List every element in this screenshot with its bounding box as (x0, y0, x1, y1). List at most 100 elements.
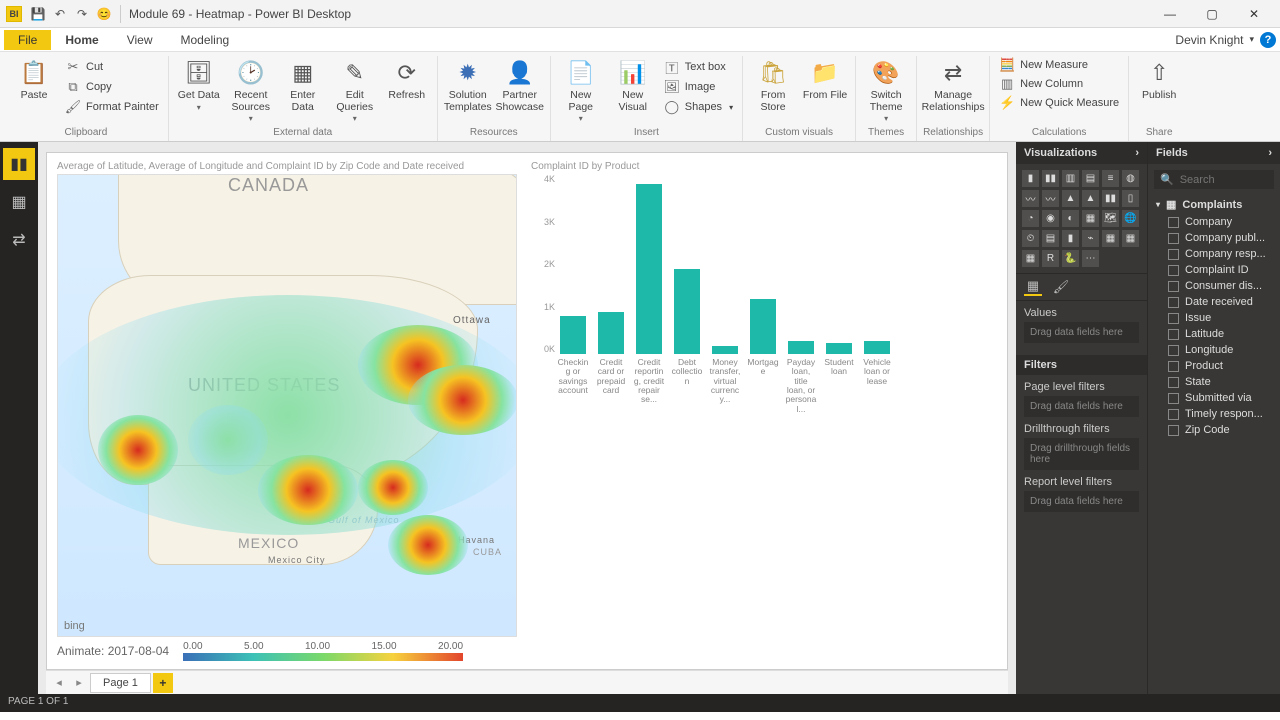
viz-type-button[interactable]: ▲ (1062, 190, 1079, 207)
viz-type-button[interactable]: ▦ (1082, 210, 1099, 227)
page-prev-button[interactable]: ◂ (50, 674, 68, 692)
new-visual-button[interactable]: 📊New Visual (609, 56, 657, 113)
home-tab[interactable]: Home (51, 30, 112, 50)
text-box-button[interactable]: 🅃Text box (661, 58, 736, 76)
viz-type-button[interactable]: ◉ (1042, 210, 1059, 227)
viz-type-button[interactable]: 🗺 (1102, 210, 1119, 227)
chart-bar[interactable] (709, 346, 741, 355)
viz-type-button[interactable]: ▤ (1042, 230, 1059, 247)
page-tab-1[interactable]: Page 1 (90, 673, 151, 693)
cut-button[interactable]: ✂Cut (62, 58, 162, 76)
solution-templates-button[interactable]: ✹Solution Templates (444, 56, 492, 113)
chart-bar[interactable] (785, 341, 817, 354)
minimize-button[interactable]: — (1150, 0, 1190, 28)
chart-bar[interactable] (595, 312, 627, 355)
viz-type-button[interactable]: R (1042, 250, 1059, 267)
viz-type-button[interactable]: ▦ (1102, 230, 1119, 247)
table-header[interactable]: ▾▦Complaints (1148, 195, 1280, 214)
field-item[interactable]: Issue (1148, 310, 1280, 326)
viz-type-button[interactable]: 🐍 (1062, 250, 1079, 267)
viz-type-button[interactable]: ▲ (1082, 190, 1099, 207)
viz-type-button[interactable]: ▮ (1022, 170, 1039, 187)
chart-bar[interactable] (633, 184, 665, 354)
close-button[interactable]: ✕ (1234, 0, 1274, 28)
field-checkbox[interactable] (1168, 329, 1179, 340)
new-measure-button[interactable]: 🧮New Measure (996, 56, 1091, 74)
field-item[interactable]: Company (1148, 214, 1280, 230)
data-view-button[interactable]: ▦ (3, 186, 35, 218)
bar-chart-visual[interactable]: Complaint ID by Product 4K3K2K1K0K Check… (531, 161, 997, 661)
search-input[interactable] (1180, 174, 1270, 186)
enter-data-button[interactable]: ▦Enter Data (279, 56, 327, 113)
help-icon[interactable]: ? (1260, 32, 1276, 48)
heatmap-visual[interactable]: Average of Latitude, Average of Longitud… (57, 161, 517, 661)
drill-filters-drop-zone[interactable]: Drag drillthrough fields here (1024, 438, 1139, 470)
chevron-right-icon[interactable]: › (1268, 147, 1272, 159)
viz-type-button[interactable]: 〰 (1042, 190, 1059, 207)
refresh-button[interactable]: ⟳Refresh (383, 56, 431, 102)
image-button[interactable]: 🖼Image (661, 78, 736, 96)
viz-type-button[interactable]: 🌐 (1122, 210, 1139, 227)
file-tab[interactable]: File (4, 30, 51, 50)
field-checkbox[interactable] (1168, 377, 1179, 388)
from-file-button[interactable]: 📁From File (801, 56, 849, 102)
viz-type-button[interactable]: ▮▮ (1102, 190, 1119, 207)
maximize-button[interactable]: ▢ (1192, 0, 1232, 28)
publish-button[interactable]: ⇧Publish (1135, 56, 1183, 102)
viz-type-button[interactable]: ◐ (1062, 210, 1079, 227)
field-checkbox[interactable] (1168, 265, 1179, 276)
report-canvas[interactable]: Average of Latitude, Average of Longitud… (46, 152, 1008, 670)
field-checkbox[interactable] (1168, 409, 1179, 420)
field-item[interactable]: Longitude (1148, 342, 1280, 358)
chart-bar[interactable] (823, 343, 855, 354)
field-item[interactable]: Complaint ID (1148, 262, 1280, 278)
paste-button[interactable]: 📋Paste (10, 56, 58, 102)
chart-bar[interactable] (557, 316, 589, 354)
viz-type-button[interactable]: 〰 (1022, 190, 1039, 207)
map-box[interactable]: CANADA UNITED STATES MEXICO Ottawa Washi… (57, 174, 517, 637)
modeling-tab[interactable]: Modeling (166, 30, 243, 50)
viz-type-button[interactable]: ▦ (1122, 230, 1139, 247)
field-checkbox[interactable] (1168, 345, 1179, 356)
viz-type-button[interactable]: ▮ (1062, 230, 1079, 247)
field-item[interactable]: Date received (1148, 294, 1280, 310)
partner-showcase-button[interactable]: 👤Partner Showcase (496, 56, 544, 113)
shapes-button[interactable]: ◯Shapes▾ (661, 98, 736, 116)
save-icon[interactable]: 💾 (30, 6, 46, 22)
viz-type-button[interactable]: ▯ (1122, 190, 1139, 207)
new-column-button[interactable]: ▥New Column (996, 75, 1086, 93)
field-item[interactable]: Zip Code (1148, 422, 1280, 438)
field-item[interactable]: Company publ... (1148, 230, 1280, 246)
field-checkbox[interactable] (1168, 217, 1179, 228)
viz-type-button[interactable]: ▦ (1022, 250, 1039, 267)
report-filters-drop-zone[interactable]: Drag data fields here (1024, 491, 1139, 512)
chart-bar[interactable] (747, 299, 779, 354)
chart-area[interactable]: 4K3K2K1K0K (531, 174, 997, 354)
viz-type-button[interactable]: ≡ (1102, 170, 1119, 187)
viz-type-button[interactable]: ◔ (1022, 210, 1039, 227)
field-checkbox[interactable] (1168, 233, 1179, 244)
report-view-button[interactable]: ▮▮ (3, 148, 35, 180)
field-checkbox[interactable] (1168, 297, 1179, 308)
field-item[interactable]: Timely respon... (1148, 406, 1280, 422)
viz-type-button[interactable]: ▥ (1062, 170, 1079, 187)
viz-type-button[interactable]: ▮▮ (1042, 170, 1059, 187)
copy-button[interactable]: ⧉Copy (62, 78, 162, 96)
redo-icon[interactable]: ↷ (74, 6, 90, 22)
field-checkbox[interactable] (1168, 249, 1179, 260)
format-painter-button[interactable]: 🖌Format Painter (62, 98, 162, 116)
fields-well-tab[interactable]: ▦ (1024, 278, 1042, 296)
switch-theme-button[interactable]: 🎨Switch Theme▾ (862, 56, 910, 123)
format-tab[interactable]: 🖌 (1052, 278, 1070, 296)
field-item[interactable]: Submitted via (1148, 390, 1280, 406)
viz-type-button[interactable]: ◍ (1122, 170, 1139, 187)
view-tab[interactable]: View (113, 30, 167, 50)
page-next-button[interactable]: ▸ (70, 674, 88, 692)
viz-type-button[interactable]: ⌁ (1082, 230, 1099, 247)
page-filters-drop-zone[interactable]: Drag data fields here (1024, 396, 1139, 417)
undo-icon[interactable]: ↶ (52, 6, 68, 22)
add-page-button[interactable]: + (153, 673, 173, 693)
chart-bar[interactable] (671, 269, 703, 354)
field-item[interactable]: Product (1148, 358, 1280, 374)
field-checkbox[interactable] (1168, 393, 1179, 404)
